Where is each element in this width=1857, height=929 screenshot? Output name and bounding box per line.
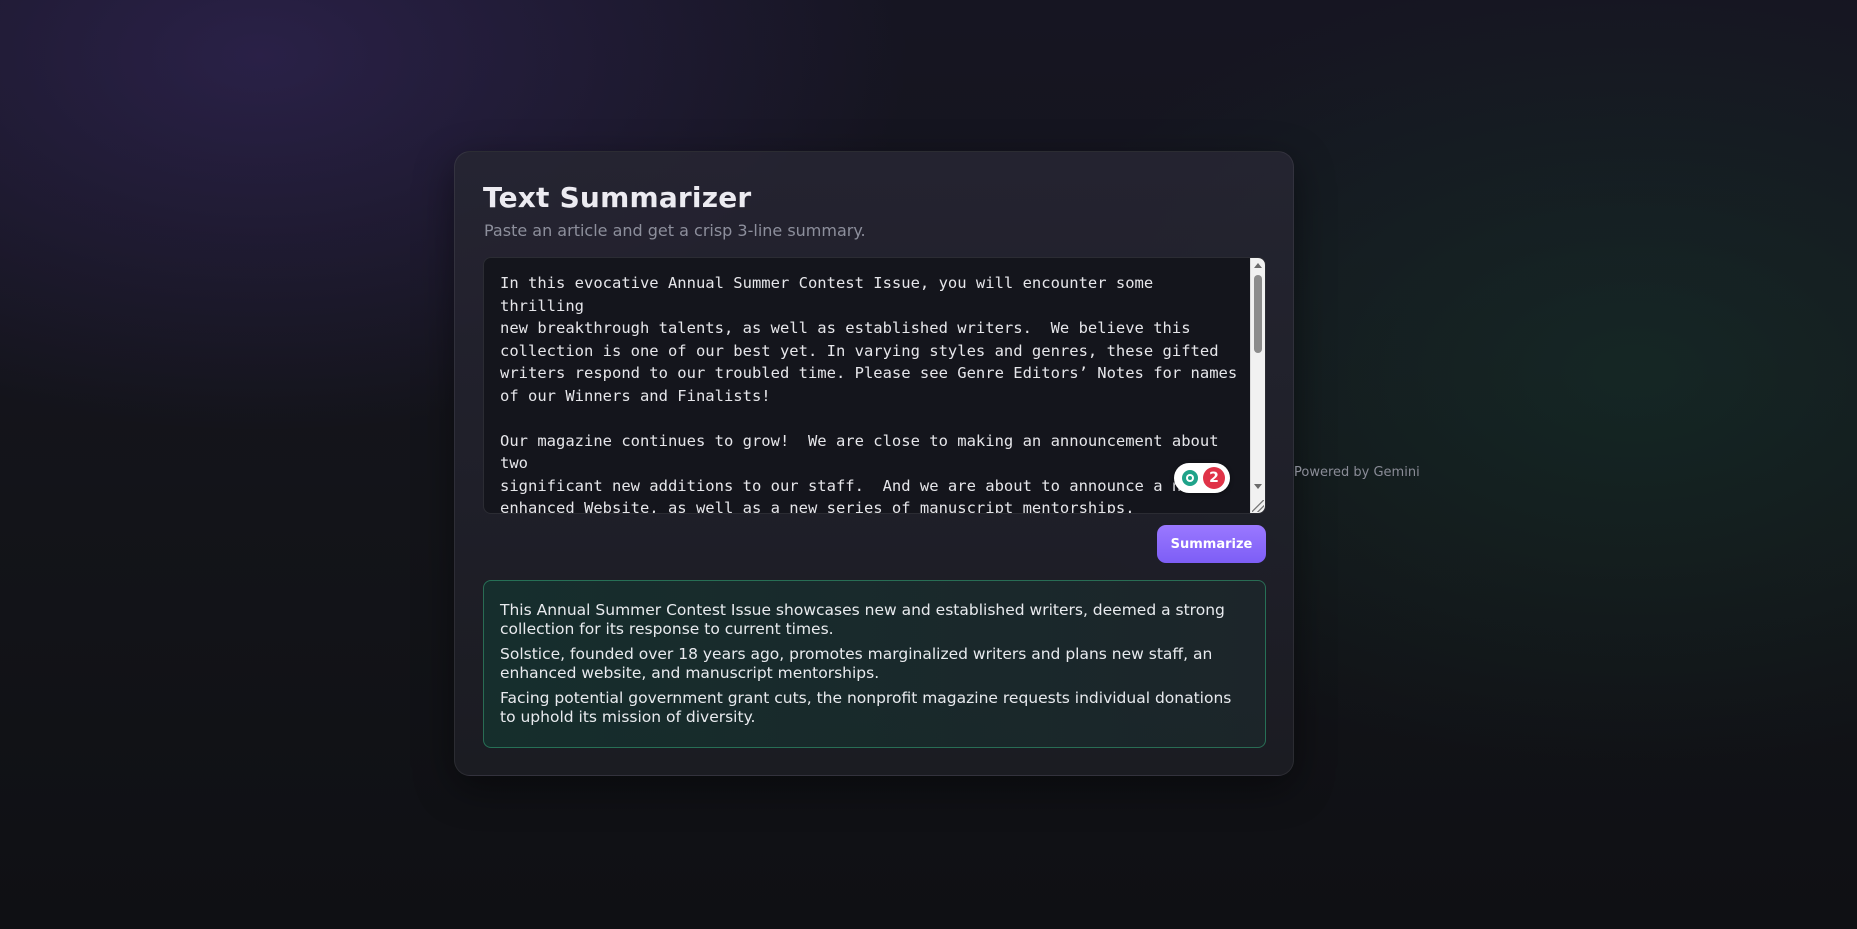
resize-handle-icon[interactable]	[1252, 500, 1264, 512]
grammar-extension-icon	[1182, 470, 1198, 486]
summary-line: This Annual Summer Contest Issue showcas…	[500, 601, 1225, 638]
article-text[interactable]: In this evocative Annual Summer Contest …	[500, 272, 1240, 513]
scroll-up-arrow-icon[interactable]	[1254, 263, 1262, 268]
scrollbar-thumb[interactable]	[1254, 275, 1262, 353]
suggestion-count-badge: 2	[1203, 467, 1225, 489]
page-subtitle: Paste an article and get a crisp 3-line …	[484, 221, 866, 240]
textarea-scrollbar[interactable]	[1250, 258, 1265, 513]
powered-by-label: Powered by Gemini	[1294, 465, 1420, 480]
grammar-extension-badge[interactable]: 2	[1174, 463, 1230, 493]
summarizer-card: Text Summarizer Paste an article and get…	[454, 151, 1294, 776]
article-textarea[interactable]: In this evocative Annual Summer Contest …	[483, 257, 1266, 514]
summarize-button[interactable]: Summarize	[1157, 525, 1266, 563]
page-title: Text Summarizer	[483, 181, 752, 214]
summary-output: This Annual Summer Contest Issue showcas…	[483, 580, 1266, 748]
summary-line: Facing potential government grant cuts, …	[500, 689, 1232, 726]
scroll-down-arrow-icon[interactable]	[1254, 484, 1262, 489]
summary-line: Solstice, founded over 18 years ago, pro…	[500, 645, 1213, 682]
